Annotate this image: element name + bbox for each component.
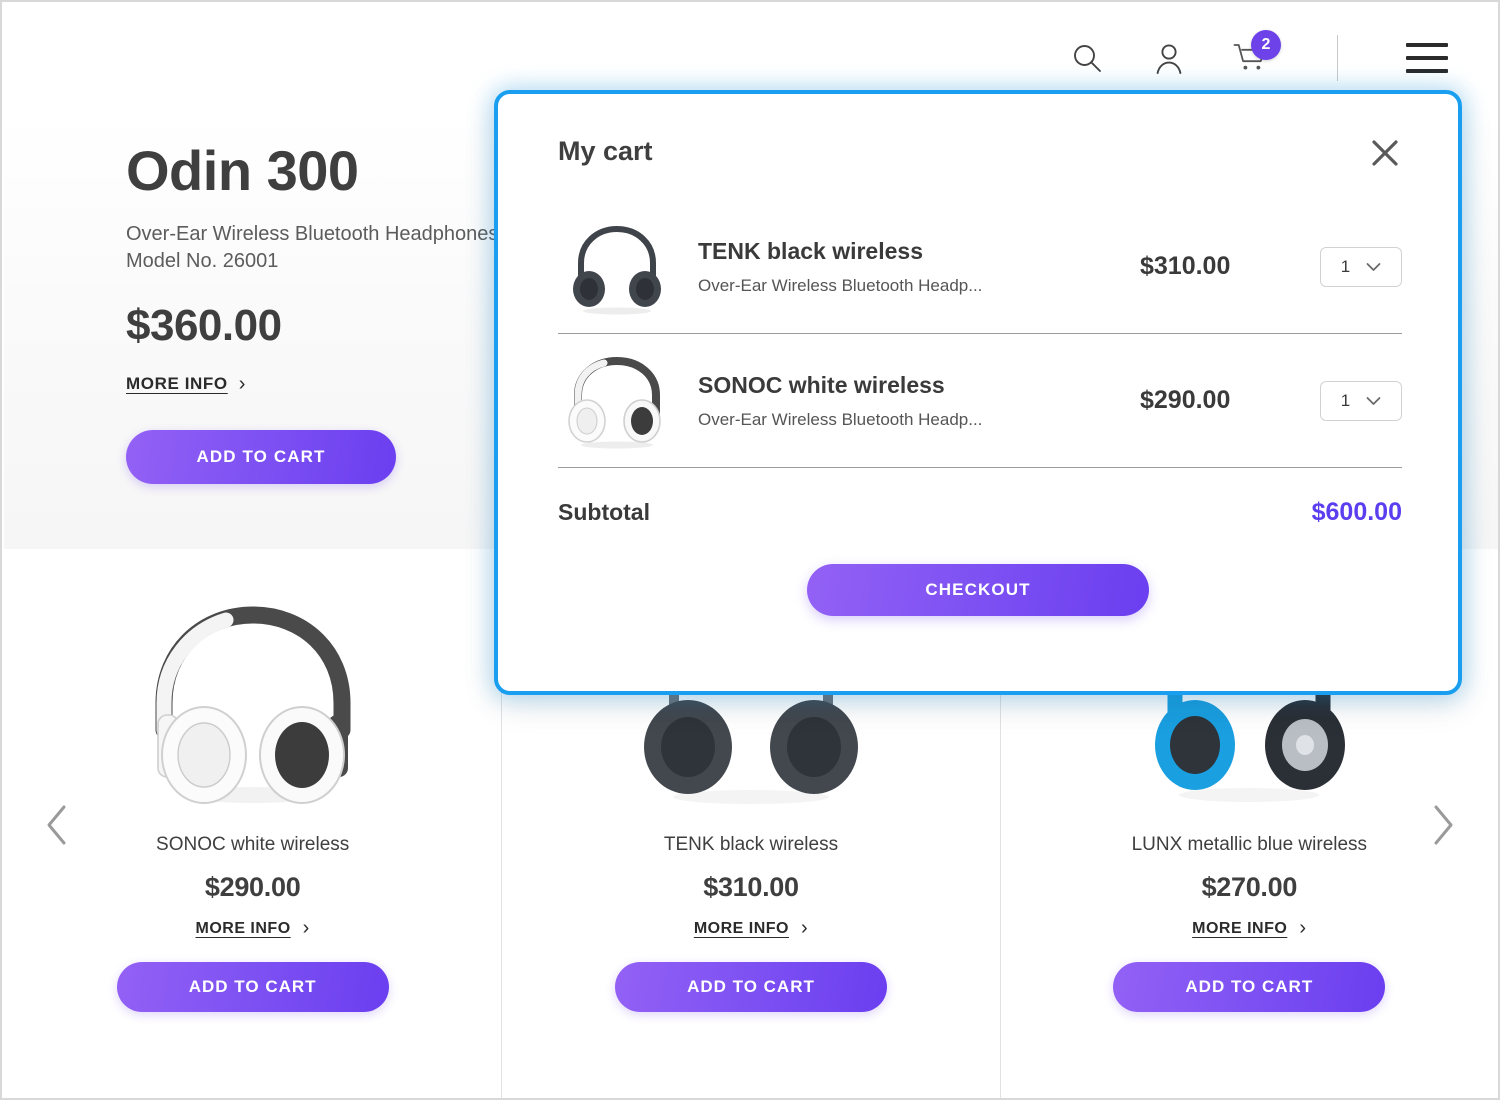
chevron-down-icon <box>1366 396 1381 405</box>
cart-item-text: SONOC white wireless Over-Ear Wireless B… <box>676 372 1130 430</box>
cart-item-description: Over-Ear Wireless Bluetooth Headp... <box>698 275 983 295</box>
white-headphones-image <box>4 585 501 820</box>
search-icon[interactable] <box>1065 36 1109 80</box>
chevron-right-icon: › <box>800 917 809 939</box>
cart-icon[interactable]: 2 <box>1229 30 1281 80</box>
chevron-right-icon: › <box>238 372 246 395</box>
product-more-info-link[interactable]: MORE INFO › <box>195 917 309 940</box>
hero-more-info-label: MORE INFO <box>126 374 228 394</box>
cart-badge-count: 2 <box>1251 30 1281 60</box>
cart-item-quantity-select[interactable]: 1 <box>1320 246 1402 287</box>
cart-item-row: SONOC white wireless Over-Ear Wireless B… <box>558 334 1402 468</box>
cart-modal: My cart TENK black wireless Over-Ear Wir… <box>494 90 1462 695</box>
cart-modal-header: My cart <box>498 94 1458 170</box>
product-add-to-cart-button[interactable]: ADD TO CART <box>1113 962 1386 1012</box>
black-headphones-thumb <box>558 215 676 319</box>
product-more-info-link[interactable]: MORE INFO › <box>1192 917 1306 940</box>
product-more-info-link[interactable]: MORE INFO › <box>694 917 808 940</box>
product-name: SONOC white wireless <box>156 834 350 855</box>
page-root: 2 Odin 300 Over-Ear Wireless Bluetooth H… <box>0 0 1500 1100</box>
cart-item-row: TENK black wireless Over-Ear Wireless Bl… <box>558 200 1402 334</box>
cart-item-name: TENK black wireless <box>698 237 923 264</box>
product-more-info-label: MORE INFO <box>1192 919 1288 937</box>
product-price: $270.00 <box>1201 872 1298 902</box>
subtotal-label: Subtotal <box>558 499 650 525</box>
chevron-right-icon[interactable] <box>1420 797 1466 853</box>
header-divider <box>1337 35 1338 81</box>
cart-item-quantity-value: 1 <box>1340 256 1351 276</box>
cart-item-quantity-value: 1 <box>1340 390 1351 410</box>
close-icon[interactable] <box>1368 136 1402 170</box>
product-add-to-cart-button[interactable]: ADD TO CART <box>614 962 887 1012</box>
checkout-button-wrapper: CHECKOUT <box>498 564 1458 616</box>
product-price: $290.00 <box>204 872 301 902</box>
cart-item-price: $310.00 <box>1140 252 1231 280</box>
cart-modal-title: My cart <box>558 136 653 166</box>
header-icon-group: 2 <box>1065 30 1448 81</box>
hero-add-to-cart-button[interactable]: ADD TO CART <box>126 429 396 484</box>
white-headphones-thumb <box>558 349 676 453</box>
hamburger-menu-icon[interactable] <box>1406 43 1448 73</box>
product-add-to-cart-button[interactable]: ADD TO CART <box>116 962 389 1012</box>
chevron-right-icon: › <box>1299 917 1307 939</box>
product-more-info-label: MORE INFO <box>195 919 291 937</box>
hero-more-info-link[interactable]: MORE INFO › <box>126 373 246 396</box>
cart-item-quantity-select[interactable]: 1 <box>1320 380 1402 421</box>
cart-item-text: TENK black wireless Over-Ear Wireless Bl… <box>676 238 1130 296</box>
checkout-button[interactable]: CHECKOUT <box>807 564 1149 616</box>
product-more-info-label: MORE INFO <box>693 919 789 937</box>
cart-subtotal-row: Subtotal $600.00 <box>558 468 1402 527</box>
user-account-icon[interactable] <box>1147 36 1191 80</box>
subtotal-value: $600.00 <box>1311 498 1402 526</box>
product-price: $310.00 <box>703 872 799 902</box>
product-name: TENK black wireless <box>663 834 839 855</box>
cart-item-price: $290.00 <box>1140 386 1231 414</box>
cart-item-name: SONOC white wireless <box>698 371 945 398</box>
cart-item-description: Over-Ear Wireless Bluetooth Headp... <box>698 409 983 429</box>
chevron-down-icon <box>1366 262 1381 271</box>
chevron-left-icon[interactable] <box>34 797 80 853</box>
cart-item-list: TENK black wireless Over-Ear Wireless Bl… <box>558 200 1402 468</box>
product-name: LUNX metallic blue wireless <box>1131 834 1368 855</box>
chevron-right-icon: › <box>302 917 310 939</box>
